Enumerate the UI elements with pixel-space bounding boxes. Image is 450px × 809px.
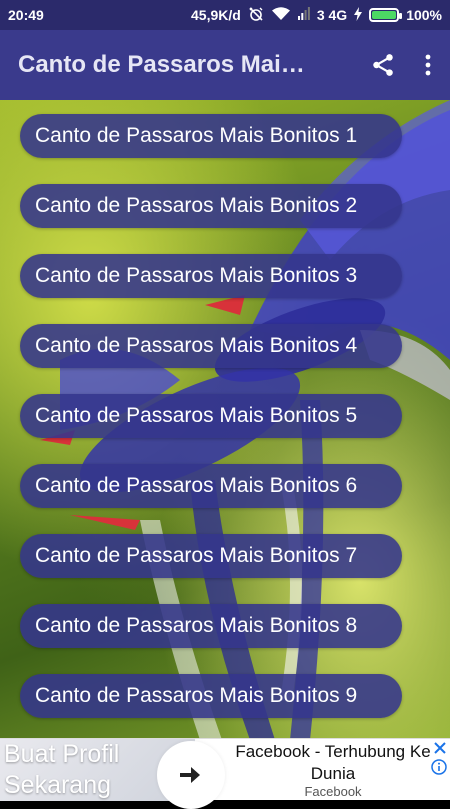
- list-item[interactable]: Canto de Passaros Mais Bonitos 5: [20, 394, 402, 438]
- battery-fill: [372, 11, 397, 19]
- list-item[interactable]: Canto de Passaros Mais Bonitos 2: [20, 184, 402, 228]
- alarm-off-icon: [248, 6, 264, 25]
- more-vert-icon[interactable]: [424, 53, 432, 77]
- app-title: Canto de Passaros Mais...: [18, 51, 313, 78]
- ad-source: Facebook: [304, 784, 362, 799]
- list-item[interactable]: Canto de Passaros Mais Bonitos 3: [20, 254, 402, 298]
- list-item[interactable]: Canto de Passaros Mais Bonitos 7: [20, 534, 402, 578]
- network-speed: 45,9K/d: [191, 7, 241, 23]
- list-item[interactable]: Canto de Passaros Mais Bonitos 8: [20, 604, 402, 648]
- list-item[interactable]: Canto de Passaros Mais Bonitos 9: [20, 674, 402, 718]
- share-icon[interactable]: [370, 52, 396, 78]
- ad-headline[interactable]: Facebook - Terhubung Ke Dunia: [228, 741, 438, 785]
- list-item[interactable]: Canto de Passaros Mais Bonitos 6: [20, 464, 402, 508]
- info-icon[interactable]: [431, 759, 447, 780]
- close-icon[interactable]: [433, 741, 447, 760]
- list-item[interactable]: Canto de Passaros Mais Bonitos 4: [20, 324, 402, 368]
- status-right: 45,9K/d 3 4G 100%: [191, 6, 442, 25]
- charging-icon: [354, 6, 363, 24]
- wifi-icon: [271, 6, 291, 24]
- arrow-right-icon[interactable]: [157, 741, 225, 809]
- status-bar: 20:49 45,9K/d 3 4G 100%: [0, 0, 450, 30]
- battery-icon: [369, 8, 403, 22]
- status-time: 20:49: [8, 7, 44, 23]
- signal-icon: [297, 7, 310, 23]
- battery-percent: 100%: [406, 7, 442, 23]
- ad-banner[interactable]: Buat Profil Sekarang Facebook - Terhubun…: [0, 738, 450, 809]
- network-type: 3 4G: [316, 7, 348, 23]
- app-bar: Canto de Passaros Mais...: [0, 30, 450, 100]
- app-bar-actions: [370, 52, 432, 78]
- list-item[interactable]: Canto de Passaros Mais Bonitos 1: [20, 114, 402, 158]
